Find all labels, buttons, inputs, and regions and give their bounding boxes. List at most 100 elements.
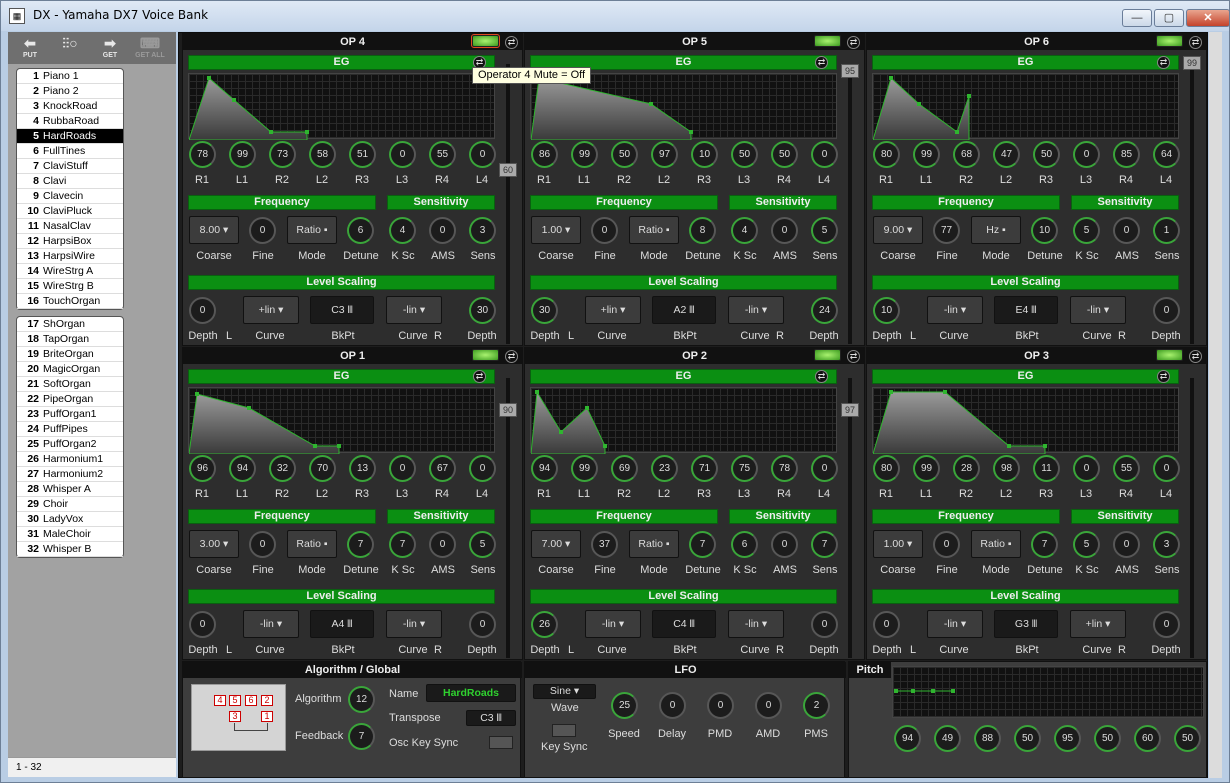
breakpoint-dropdown[interactable]: A4 𝍫	[310, 610, 374, 638]
right-scroll-strip[interactable]	[1209, 32, 1222, 778]
breakpoint-dropdown[interactable]: C4 𝍫	[652, 610, 716, 638]
eg-knob-r3[interactable]: 10	[691, 141, 718, 168]
wave-dropdown[interactable]: Sine ▾	[533, 684, 596, 699]
eg-knob-l4[interactable]: 64	[1153, 141, 1180, 168]
right-curve-dropdown[interactable]: -lin ▾	[386, 296, 442, 324]
voice-item[interactable]: 13 HarpsiWire	[17, 249, 123, 264]
eg-knob-l2[interactable]: 97	[651, 141, 678, 168]
voice-item[interactable]: 7 ClaviStuff	[17, 159, 123, 174]
voice-item[interactable]: 27 Harmonium2	[17, 467, 123, 482]
eg-knob-r2[interactable]: 32	[269, 455, 296, 482]
eg-knob-r3[interactable]: 71	[691, 455, 718, 482]
level-slider-knob[interactable]: 97	[841, 403, 859, 417]
get-all-button[interactable]: ⌨ GET ALL	[132, 34, 168, 62]
pitch-knob[interactable]: 94	[894, 725, 921, 752]
eg-knob-l1[interactable]: 99	[229, 141, 256, 168]
swap-icon[interactable]: ⇄	[847, 350, 860, 363]
mode-dropdown[interactable]: Ratio ▪	[287, 216, 337, 244]
mode-dropdown[interactable]: Ratio ▪	[971, 530, 1021, 558]
ksc-knob[interactable]: 5	[1073, 217, 1100, 244]
eg-knob-r4[interactable]: 67	[429, 455, 456, 482]
eg-graph[interactable]	[872, 73, 1179, 140]
level-slider-track[interactable]	[848, 64, 852, 344]
swap-icon[interactable]: ⇄	[1157, 370, 1170, 383]
voice-item[interactable]: 14 WireStrg A	[17, 264, 123, 279]
left-depth-knob[interactable]: 10	[873, 297, 900, 324]
sens-knob[interactable]: 3	[469, 217, 496, 244]
mute-toggle[interactable]	[472, 349, 499, 361]
detune-knob[interactable]: 8	[689, 217, 716, 244]
osc-key-sync-toggle[interactable]	[489, 736, 513, 749]
voice-item[interactable]: 8 Clavi	[17, 174, 123, 189]
sens-knob[interactable]: 5	[811, 217, 838, 244]
ksc-knob[interactable]: 4	[389, 217, 416, 244]
coarse-dropdown[interactable]: 1.00 ▾	[531, 216, 581, 244]
detune-knob[interactable]: 10	[1031, 217, 1058, 244]
eg-knob-l3[interactable]: 75	[731, 455, 758, 482]
eg-knob-l1[interactable]: 99	[571, 141, 598, 168]
right-depth-knob[interactable]: 24	[811, 297, 838, 324]
fine-knob[interactable]: 37	[591, 531, 618, 558]
ams-knob[interactable]: 0	[429, 217, 456, 244]
ksc-knob[interactable]: 7	[389, 531, 416, 558]
fine-knob[interactable]: 0	[591, 217, 618, 244]
mute-toggle[interactable]	[1156, 35, 1183, 47]
eg-graph[interactable]	[188, 387, 495, 454]
coarse-dropdown[interactable]: 8.00 ▾	[189, 216, 239, 244]
ams-knob[interactable]: 0	[771, 531, 798, 558]
coarse-dropdown[interactable]: 7.00 ▾	[531, 530, 581, 558]
eg-knob-r3[interactable]: 50	[1033, 141, 1060, 168]
eg-knob-l4[interactable]: 0	[469, 455, 496, 482]
eg-knob-r2[interactable]: 28	[953, 455, 980, 482]
swap-icon[interactable]: ⇄	[505, 350, 518, 363]
eg-knob-l1[interactable]: 99	[913, 455, 940, 482]
swap-icon[interactable]: ⇄	[847, 36, 860, 49]
eg-knob-l4[interactable]: 0	[469, 141, 496, 168]
left-depth-knob[interactable]: 0	[873, 611, 900, 638]
level-slider-track[interactable]	[506, 64, 510, 344]
left-curve-dropdown[interactable]: -lin ▾	[585, 610, 641, 638]
left-curve-dropdown[interactable]: -lin ▾	[243, 610, 299, 638]
pitch-knob[interactable]: 49	[934, 725, 961, 752]
right-depth-knob[interactable]: 0	[811, 611, 838, 638]
pitch-knob[interactable]: 60	[1134, 725, 1161, 752]
voice-item[interactable]: 11 NasalClav	[17, 219, 123, 234]
right-depth-knob[interactable]: 0	[1153, 297, 1180, 324]
maximize-button[interactable]: ▢	[1154, 9, 1184, 27]
ksc-knob[interactable]: 5	[1073, 531, 1100, 558]
close-button[interactable]: ✕	[1186, 9, 1230, 27]
voice-item[interactable]: 19 BriteOrgan	[17, 347, 123, 362]
eg-knob-l3[interactable]: 0	[1073, 455, 1100, 482]
ksc-knob[interactable]: 6	[731, 531, 758, 558]
eg-knob-l4[interactable]: 0	[811, 455, 838, 482]
eg-knob-l1[interactable]: 94	[229, 455, 256, 482]
right-curve-dropdown[interactable]: -lin ▾	[1070, 296, 1126, 324]
right-curve-dropdown[interactable]: -lin ▾	[386, 610, 442, 638]
eg-knob-r4[interactable]: 78	[771, 455, 798, 482]
voice-item[interactable]: 16 TouchOrgan	[17, 294, 123, 309]
left-curve-dropdown[interactable]: -lin ▾	[927, 610, 983, 638]
voice-item[interactable]: 17 ShOrgan	[17, 317, 123, 332]
coarse-dropdown[interactable]: 3.00 ▾	[189, 530, 239, 558]
eg-knob-l1[interactable]: 99	[571, 455, 598, 482]
algorithm-diagram[interactable]: 4562 3 1	[191, 684, 286, 751]
speed-knob[interactable]: 25	[611, 692, 638, 719]
eg-graph[interactable]	[188, 73, 495, 140]
detune-knob[interactable]: 7	[689, 531, 716, 558]
pitch-knob[interactable]: 50	[1014, 725, 1041, 752]
eg-knob-l2[interactable]: 98	[993, 455, 1020, 482]
detune-knob[interactable]: 6	[347, 217, 374, 244]
coarse-dropdown[interactable]: 9.00 ▾	[873, 216, 923, 244]
voice-item[interactable]: 12 HarpsiBox	[17, 234, 123, 249]
right-curve-dropdown[interactable]: -lin ▾	[728, 610, 784, 638]
eg-knob-r2[interactable]: 69	[611, 455, 638, 482]
mute-toggle[interactable]	[814, 35, 841, 47]
key-sync-toggle[interactable]	[552, 724, 576, 737]
voice-item[interactable]: 32 Whisper B	[17, 542, 123, 557]
voice-item[interactable]: 3 KnockRoad	[17, 99, 123, 114]
left-depth-knob[interactable]: 30	[531, 297, 558, 324]
left-curve-dropdown[interactable]: +lin ▾	[585, 296, 641, 324]
swap-icon[interactable]: ⇄	[505, 36, 518, 49]
eg-knob-r1[interactable]: 94	[531, 455, 558, 482]
sens-knob[interactable]: 7	[811, 531, 838, 558]
